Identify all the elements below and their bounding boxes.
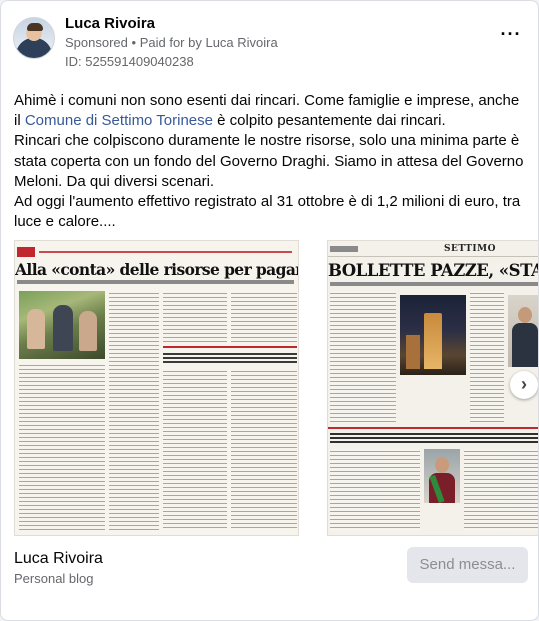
footer-page-name[interactable]: Luca Rivoira [14, 550, 103, 568]
send-message-button[interactable]: Send messa... [407, 547, 528, 583]
newspaper-headline-2: BOLLETTE PAZZE, «STANGATA» PER IL [328, 261, 538, 280]
newspaper-headline-1: Alla «conta» delle risorse per pagare le… [15, 260, 298, 279]
newspaper-photo-woman [424, 449, 460, 504]
article-column-text [464, 449, 538, 531]
newspaper-photo-tower [400, 295, 466, 375]
newspaper-masthead: SETTIMO [328, 243, 538, 257]
page-name[interactable]: Luca Rivoira [65, 15, 155, 32]
newspaper-logo [330, 246, 358, 252]
sponsored-line: Sponsored • Paid for by Luca Rivoira [65, 35, 278, 50]
carousel-card-1[interactable]: Alla «conta» delle risorse per pagare le… [14, 240, 299, 536]
post-header: Luca Rivoira Sponsored • Paid for by Luc… [13, 13, 526, 75]
article-column-text [109, 291, 159, 531]
article-quote [163, 351, 297, 365]
ad-library-id: ID: 525591409040238 [65, 54, 194, 69]
image-carousel[interactable]: Alla «conta» delle risorse per pagare le… [1, 234, 538, 540]
newspaper-photo-man [508, 295, 538, 367]
post-text: Ahimè i comuni non sono esenti dai rinca… [14, 91, 528, 232]
article-column-text [163, 369, 227, 531]
newspaper-section-bar [15, 247, 298, 257]
article-divider [163, 346, 297, 348]
article-column-text [231, 291, 297, 343]
post-text-line2: Rincari che colpiscono duramente le nost… [14, 132, 524, 190]
carousel-card-2[interactable]: SETTIMO BOLLETTE PAZZE, «STANGATA» PER I… [327, 240, 538, 536]
more-horizontal-icon[interactable]: ··· [498, 25, 524, 47]
post-text-line3: Ad oggi l'aumento effettivo registrato a… [14, 193, 521, 231]
article-column-text [330, 449, 420, 531]
newspaper-subhead-1 [17, 280, 294, 284]
post-text-part2: è colpito pesantemente dai rincari. [213, 112, 446, 130]
article-column-text [19, 363, 105, 531]
sponsored-label[interactable]: Sponsored [65, 35, 128, 50]
article-quote [330, 431, 538, 445]
mention-link[interactable]: Comune di Settimo Torinese [25, 112, 213, 129]
article-divider [328, 427, 538, 429]
separator-dot: • [131, 35, 137, 50]
article-column-text [470, 291, 504, 423]
newspaper-subhead-2 [330, 282, 538, 286]
footer-page-category: Personal blog [14, 571, 94, 586]
article-column-text [231, 369, 297, 531]
page-avatar[interactable] [13, 17, 55, 59]
article-column-text [163, 291, 227, 343]
newspaper-section-name: SETTIMO [444, 244, 496, 254]
chevron-right-icon[interactable]: › [510, 371, 538, 399]
sponsored-post-card: Luca Rivoira Sponsored • Paid for by Luc… [0, 0, 539, 621]
newspaper-photo-people [19, 291, 105, 359]
article-column-text [330, 291, 396, 423]
post-footer: Luca Rivoira Personal blog Send messa... [1, 541, 538, 620]
paid-for-label: Paid for by Luca Rivoira [139, 35, 278, 50]
